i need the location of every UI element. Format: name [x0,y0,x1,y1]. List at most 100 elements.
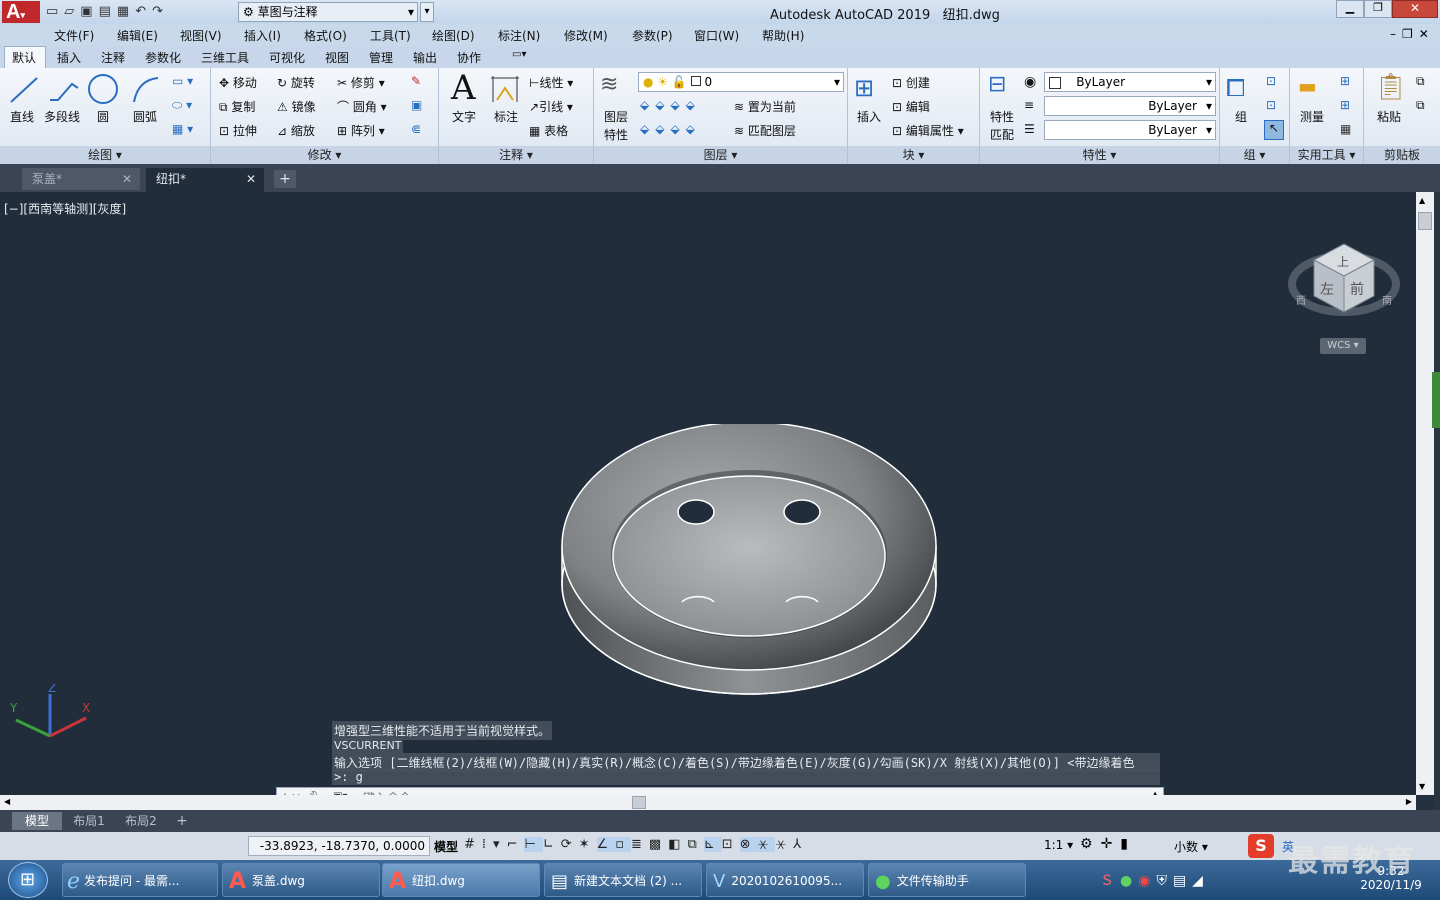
viewport-controls-label[interactable]: [−][西南等轴测][灰度] [4,200,126,217]
tab-parametric[interactable]: 参数化 [145,49,181,66]
match-layer-button[interactable]: ≋ 匹配图层 [734,122,796,139]
tab-annotate[interactable]: 注释 [101,49,125,66]
paste-icon[interactable]: 📋︎ [1374,72,1407,102]
layer-dropdown[interactable]: ● ☀ 🔓 0 ▾ [638,72,844,92]
tab-view[interactable]: 视图 [325,49,349,66]
scroll-down-icon[interactable]: ▼ [1419,782,1425,791]
linetype-dropdown[interactable]: ByLayer ▾ [1044,120,1216,140]
menu-help[interactable]: 帮助(H) [762,27,804,44]
button-3d-model[interactable] [556,424,942,710]
status-toggles-right[interactable]: ⚙✛▮ [1080,836,1136,852]
hatch-icon[interactable]: ⬭ ▾ [172,98,192,113]
utilities-panel-title[interactable]: 实用工具 ▾ [1290,146,1363,164]
group-icon[interactable]: ⧠ [1226,74,1245,102]
wcs-menu[interactable]: WCS ▾ [1320,338,1366,354]
leader-button[interactable]: ↗引线 ▾ [529,98,573,115]
open-icon[interactable]: ▱ [64,4,80,19]
qat-more-button[interactable]: ▾ [420,2,434,22]
menu-tools[interactable]: 工具(T) [370,27,411,44]
line-icon[interactable] [8,74,40,106]
make-current-button[interactable]: ≋ 置为当前 [734,98,796,115]
menu-dimension[interactable]: 标注(N) [498,27,540,44]
units-display[interactable]: 小数 ▾ [1174,838,1208,855]
minimize-button[interactable]: ▁ [1336,0,1364,18]
offset-icon[interactable]: ⋐ [411,122,421,136]
arc-label[interactable]: 圆弧 [133,108,157,125]
close-icon[interactable]: ✕ [122,168,132,190]
menu-format[interactable]: 格式(O) [304,27,347,44]
modify-panel-title[interactable]: 修改 ▾ [211,146,438,164]
copy-button[interactable]: ⧉ 复制 [219,98,255,115]
text-label[interactable]: 文字 [452,108,476,125]
viewcube-front-face[interactable]: 前 [1350,281,1364,298]
infer-icon[interactable]: ⌐ [507,837,525,852]
close-icon[interactable]: ✕ [246,168,256,190]
tray-wechat-icon[interactable]: ● [1120,873,1138,889]
taskbar-item-wechat[interactable]: ● 文件传输助手 [868,863,1026,897]
model-space-button[interactable]: 模型 [434,838,458,855]
menu-edit[interactable]: 编辑(E) [117,27,158,44]
tray-weibo-icon[interactable]: ◉ [1138,873,1156,889]
new-icon[interactable]: ▭ [46,4,64,19]
viewcube-top-face[interactable]: 上 [1337,255,1349,269]
tab-output[interactable]: 输出 [413,49,437,66]
polyline-icon[interactable] [48,74,80,106]
tab-layout1[interactable]: 布局1 [64,812,114,830]
osnap-icon[interactable]: ▫ [615,837,631,852]
scale-button[interactable]: ⊿ 缩放 [277,122,315,139]
layer-properties-label-2[interactable]: 特性 [604,126,628,143]
group-edit-icon[interactable]: ⊡ [1266,98,1276,112]
annotate-plus-icon[interactable]: ✛ [1101,836,1121,852]
calculator-icon[interactable]: ▦ [1340,122,1351,136]
status-toggles-left[interactable]: #⁞▾⌐⊢∟⟳✶∠▫≣▩◧⧉⊾⊡⊗⚹⚹⅄ [464,837,808,852]
tray-network-icon[interactable]: ▤ [1173,873,1192,889]
horizontal-scroll-thumb[interactable] [632,796,646,809]
polyline-label[interactable]: 多段线 [44,108,80,125]
draw-panel-title[interactable]: 绘图 ▾ [0,146,210,164]
compass-west[interactable]: 西 [1296,296,1306,307]
group-panel-title[interactable]: 组 ▾ [1220,146,1289,164]
scroll-up-icon[interactable]: ▲ [1419,196,1425,205]
sogou-ime-icon[interactable]: S [1248,834,1274,858]
start-button[interactable]: ⊞ [8,862,48,898]
scroll-left-icon[interactable]: ◀ [4,797,10,806]
doc-window-controls[interactable]: –❐✕ [1390,27,1435,41]
measure-icon[interactable]: ▬ [1298,74,1317,98]
ribbon-toggle-icon[interactable]: ▭▾ [512,49,526,60]
layer-tools-row-1[interactable]: ⬙⬙⬙⬙ [640,98,701,112]
gizmo-icon[interactable]: ⊡ [722,837,740,852]
workspace-dropdown[interactable]: ⚙ 草图与注释 ▾ [238,2,418,22]
lineweight-toggle-icon[interactable]: ≣ [631,837,649,852]
layer-tools-row-2[interactable]: ⬙⬙⬙⬙ [640,122,701,136]
clipboard-panel-title[interactable]: 剪贴板 [1364,146,1440,164]
block-panel-title[interactable]: 块 ▾ [848,146,979,164]
redo-icon[interactable]: ↷ [152,4,169,19]
tray-security-icon[interactable]: ⛨ [1156,873,1173,889]
layer-properties-icon[interactable]: ≋ [600,72,618,97]
snap-icon[interactable]: ⁞ [482,837,493,852]
annotation-visibility-icon[interactable]: ⚹ [757,837,776,852]
close-button[interactable]: ✕ [1392,0,1438,18]
edit-attributes-button[interactable]: ⊡ 编辑属性 ▾ [892,122,964,139]
paste-label[interactable]: 粘贴 [1377,108,1401,125]
insert-block-icon[interactable]: ⊞ [854,74,874,102]
menu-window[interactable]: 窗口(W) [694,27,739,44]
drawing-viewport[interactable]: [−][西南等轴测][灰度] 上 左 前 西 南 WCS ▾ Z Y X 增强型… [0,192,1416,795]
tab-model[interactable]: 模型 [12,812,62,830]
menu-modify[interactable]: 修改(M) [564,27,608,44]
coordinates-display[interactable]: -33.8923, -18.7370, 0.0000 [248,836,430,856]
stretch-button[interactable]: ⊡ 拉伸 [219,122,257,139]
rotate-button[interactable]: ↻ 旋转 [277,74,315,91]
viewcube-left-face[interactable]: 左 [1320,282,1334,298]
add-layout-button[interactable]: + [172,812,192,830]
polar-icon[interactable]: ⟳ [561,837,579,852]
group-select-icon[interactable]: ↖ [1264,120,1284,140]
measure-label[interactable]: 测量 [1300,108,1324,125]
insert-label[interactable]: 插入 [857,108,881,125]
taskbar-item-button-dwg[interactable]: A 纽扣.dwg [382,863,540,897]
3d-osnap-icon[interactable]: ⧉ [688,837,704,852]
annotation-panel-title[interactable]: 注释 ▾ [439,146,593,164]
move-button[interactable]: ✥ 移动 [219,74,257,91]
taskbar-item-ie[interactable]: ℯ 发布提问 - 最需... [62,863,218,897]
annotation-scale-icon[interactable]: ⅄ [793,837,808,852]
